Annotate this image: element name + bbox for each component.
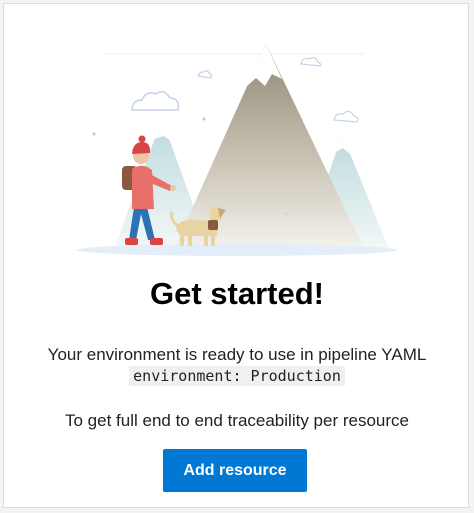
cloud-icon [333,110,359,123]
sparkle-dot [284,212,288,216]
sparkle-dot [202,117,206,121]
environment-description: Your environment is ready to use in pipe… [47,345,427,364]
sparkle-dot [92,132,96,136]
mountain-icon [174,44,364,249]
get-started-panel: Get started! Your environment is ready t… [3,3,469,508]
add-resource-button[interactable]: Add resource [163,449,307,492]
cloud-icon [131,91,180,111]
ground-shadow [77,244,397,256]
mountain-hiker-illustration [77,44,397,256]
yaml-code-snippet: environment: Production [129,366,345,386]
cloud-icon [197,70,213,79]
cloud-icon [300,56,322,67]
page-title: Get started! [150,276,324,311]
traceability-text: To get full end to end traceability per … [65,411,409,430]
code-snippet-wrapper: environment: Production [4,366,470,386]
